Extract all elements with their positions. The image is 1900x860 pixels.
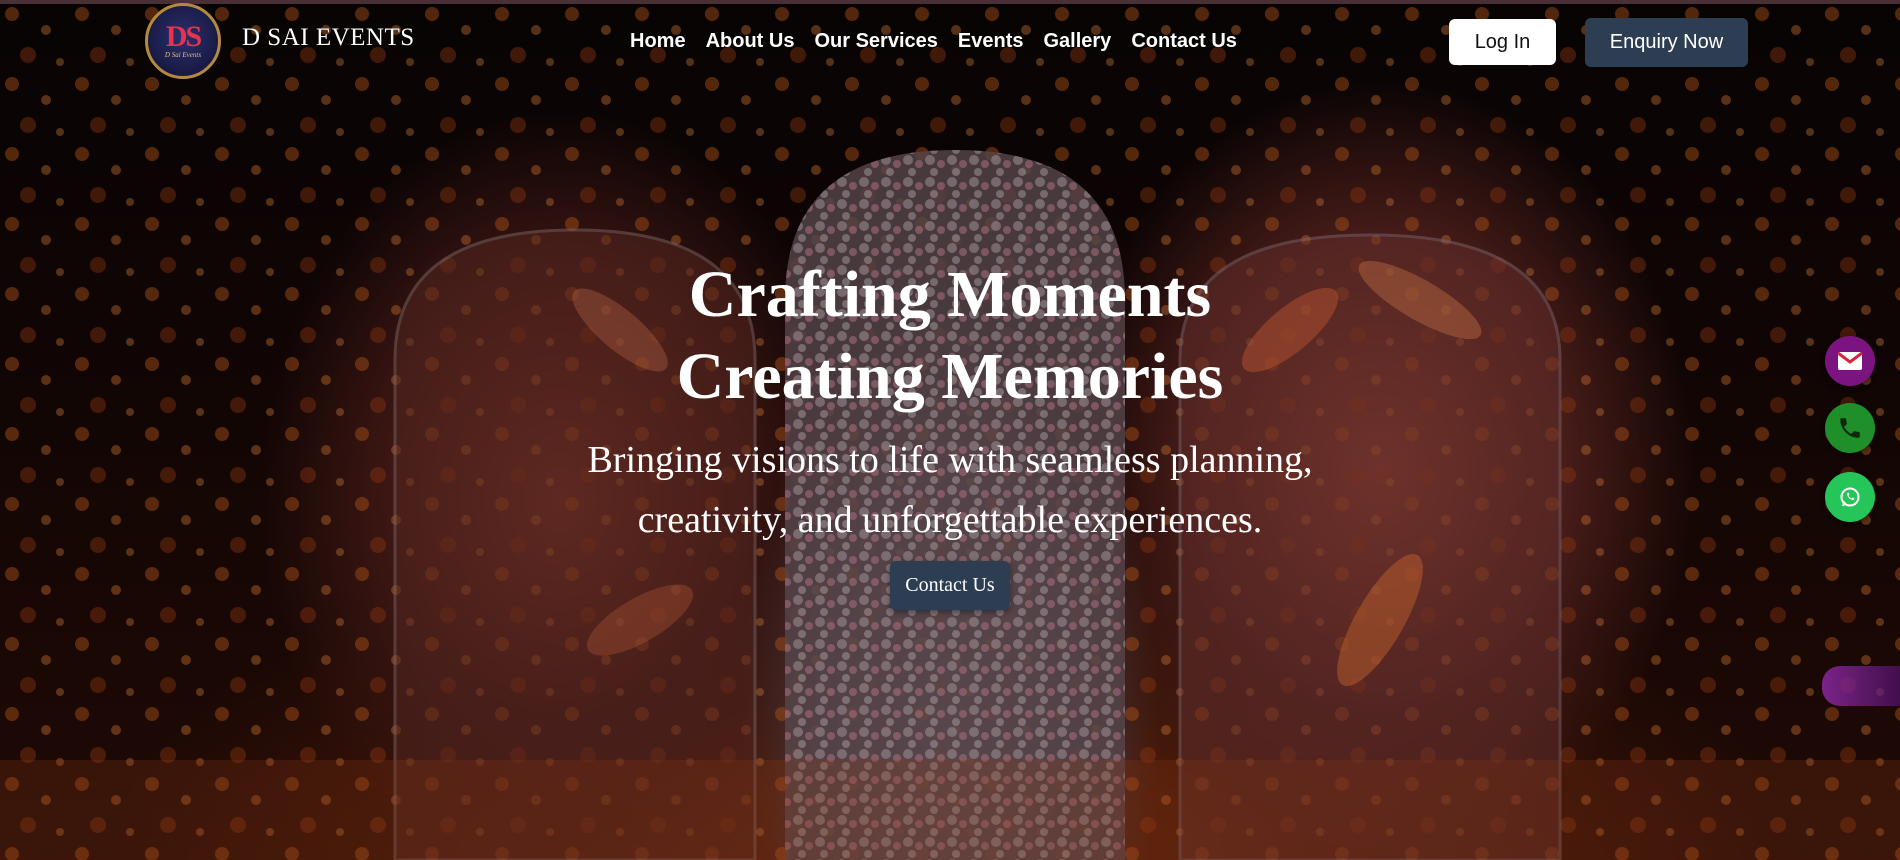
hero-title-line-2: Creating Memories <box>676 340 1224 413</box>
phone-icon <box>1840 418 1860 438</box>
nav-events[interactable]: Events <box>958 30 1024 53</box>
hero-contact-us-button[interactable]: Contact Us <box>890 561 1010 610</box>
main-nav: Home About Us Our Services Events Galler… <box>630 30 1257 53</box>
brand-name[interactable]: D SAI EVENTS <box>242 24 415 52</box>
hero-subtitle-line-1: Bringing visions to life with seamless p… <box>587 439 1313 481</box>
nav-our-services[interactable]: Our Services <box>814 30 937 53</box>
hero-title-line-1: Crafting Moments <box>688 258 1212 331</box>
login-button[interactable]: Log In <box>1449 19 1556 65</box>
hero-subtitle-line-2: creativity, and unforgettable experience… <box>637 499 1263 541</box>
floating-mail-button[interactable] <box>1825 336 1875 386</box>
nav-home[interactable]: Home <box>630 30 686 53</box>
nav-gallery[interactable]: Gallery <box>1043 30 1111 53</box>
nav-contact-us[interactable]: Contact Us <box>1131 30 1237 53</box>
logo-monogram: DS <box>165 20 202 53</box>
side-edge-tab[interactable] <box>1822 666 1900 706</box>
enquiry-now-button[interactable]: Enquiry Now <box>1585 18 1748 67</box>
mail-icon <box>1837 351 1863 370</box>
top-border <box>0 0 1900 4</box>
nav-about-us[interactable]: About Us <box>706 30 795 53</box>
brand-logo[interactable]: DS D Sai Events <box>145 3 221 79</box>
whatsapp-icon <box>1840 487 1860 507</box>
floating-phone-button[interactable] <box>1825 403 1875 453</box>
logo-tagline: D Sai Events <box>164 51 202 59</box>
floating-whatsapp-button[interactable] <box>1825 472 1875 522</box>
